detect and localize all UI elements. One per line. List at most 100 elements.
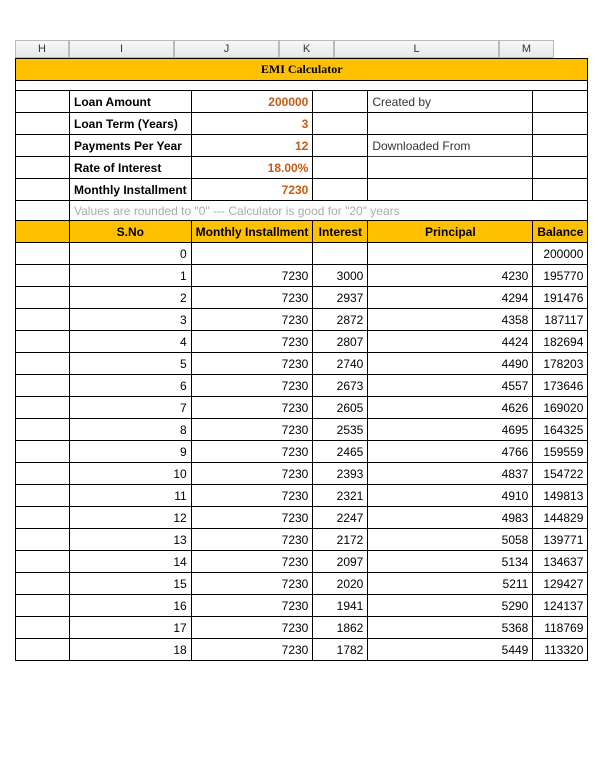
cell-balance[interactable]: 187117 <box>533 309 588 331</box>
cell-interest[interactable]: 2465 <box>313 441 368 463</box>
cell-interest[interactable]: 2172 <box>313 529 368 551</box>
cell-balance[interactable]: 164325 <box>533 419 588 441</box>
cell-principal[interactable] <box>368 243 533 265</box>
cell-balance[interactable]: 173646 <box>533 375 588 397</box>
cell-principal[interactable]: 5134 <box>368 551 533 573</box>
table-row[interactable]: 14723020975134134637 <box>16 551 588 573</box>
cell-lead[interactable] <box>16 551 70 573</box>
cell-interest[interactable]: 1782 <box>313 639 368 661</box>
table-row[interactable]: 2723029374294191476 <box>16 287 588 309</box>
cell-interest[interactable]: 2740 <box>313 353 368 375</box>
cell-sno[interactable]: 2 <box>70 287 192 309</box>
cell-sno[interactable]: 14 <box>70 551 192 573</box>
param-rate-row[interactable]: Rate of Interest 18.00% <box>16 157 588 179</box>
cell-lead[interactable] <box>16 265 70 287</box>
cell-monthly-installment[interactable]: 7230 <box>191 595 313 617</box>
cell-balance[interactable]: 124137 <box>533 595 588 617</box>
cell-balance[interactable]: 144829 <box>533 507 588 529</box>
cell-monthly-installment[interactable]: 7230 <box>191 463 313 485</box>
cell-interest[interactable]: 2605 <box>313 397 368 419</box>
cell-lead[interactable] <box>16 353 70 375</box>
cell-lead[interactable] <box>16 617 70 639</box>
cell-sno[interactable]: 7 <box>70 397 192 419</box>
cell-balance[interactable]: 134637 <box>533 551 588 573</box>
cell-principal[interactable]: 4695 <box>368 419 533 441</box>
cell-balance[interactable]: 139771 <box>533 529 588 551</box>
table-row[interactable]: 12723022474983144829 <box>16 507 588 529</box>
payments-per-year-value[interactable]: 12 <box>191 135 313 157</box>
cell-monthly-installment[interactable]: 7230 <box>191 309 313 331</box>
cell-monthly-installment[interactable]: 7230 <box>191 397 313 419</box>
cell-principal[interactable]: 4557 <box>368 375 533 397</box>
cell-lead[interactable] <box>16 331 70 353</box>
cell-principal[interactable]: 4294 <box>368 287 533 309</box>
cell-monthly-installment[interactable]: 7230 <box>191 287 313 309</box>
rate-label[interactable]: Rate of Interest <box>70 157 192 179</box>
cell-sno[interactable]: 0 <box>70 243 192 265</box>
cell-sno[interactable]: 9 <box>70 441 192 463</box>
cell-interest[interactable]: 3000 <box>313 265 368 287</box>
col-header-J[interactable]: J <box>174 40 279 58</box>
cell-principal[interactable]: 5368 <box>368 617 533 639</box>
cell-principal[interactable]: 4837 <box>368 463 533 485</box>
cell-interest[interactable]: 2097 <box>313 551 368 573</box>
cell-balance[interactable]: 118769 <box>533 617 588 639</box>
cell-interest[interactable]: 1862 <box>313 617 368 639</box>
cell-lead[interactable] <box>16 595 70 617</box>
cell-lead[interactable] <box>16 419 70 441</box>
cell-monthly-installment[interactable]: 7230 <box>191 419 313 441</box>
table-row[interactable]: 16723019415290124137 <box>16 595 588 617</box>
cell-balance[interactable]: 200000 <box>533 243 588 265</box>
cell-sno[interactable]: 3 <box>70 309 192 331</box>
table-row[interactable]: 0 200000 <box>16 243 588 265</box>
cell-principal[interactable]: 4766 <box>368 441 533 463</box>
cell-lead[interactable] <box>16 573 70 595</box>
table-header-row[interactable]: S.No Monthly Installment Interest Princi… <box>16 221 588 243</box>
header-sno[interactable]: S.No <box>70 221 192 243</box>
cell-monthly-installment[interactable]: 7230 <box>191 573 313 595</box>
cell-sno[interactable]: 16 <box>70 595 192 617</box>
cell-principal[interactable]: 4230 <box>368 265 533 287</box>
table-row[interactable]: 10723023934837154722 <box>16 463 588 485</box>
cell-monthly-installment[interactable]: 7230 <box>191 617 313 639</box>
cell-lead[interactable] <box>16 463 70 485</box>
cell-principal[interactable]: 5449 <box>368 639 533 661</box>
cell-monthly-installment[interactable]: 7230 <box>191 639 313 661</box>
col-header-L[interactable]: L <box>334 40 499 58</box>
header-monthly-installment[interactable]: Monthly Installment <box>191 221 313 243</box>
cell-monthly-installment[interactable]: 7230 <box>191 551 313 573</box>
table-row[interactable]: 4723028074424182694 <box>16 331 588 353</box>
cell-principal[interactable]: 5290 <box>368 595 533 617</box>
cell-sno[interactable]: 8 <box>70 419 192 441</box>
cell-principal[interactable]: 5211 <box>368 573 533 595</box>
cell-balance[interactable]: 113320 <box>533 639 588 661</box>
cell-interest[interactable]: 2393 <box>313 463 368 485</box>
title-row[interactable]: EMI Calculator <box>16 59 588 81</box>
cell-principal[interactable]: 4424 <box>368 331 533 353</box>
cell-balance[interactable]: 159559 <box>533 441 588 463</box>
table-row[interactable]: 6723026734557173646 <box>16 375 588 397</box>
cell-monthly-installment[interactable]: 7230 <box>191 485 313 507</box>
cell-sno[interactable]: 18 <box>70 639 192 661</box>
table-row[interactable]: 3723028724358187117 <box>16 309 588 331</box>
cell-monthly-installment[interactable]: 7230 <box>191 441 313 463</box>
cell-lead[interactable] <box>16 309 70 331</box>
cell-interest[interactable]: 2673 <box>313 375 368 397</box>
cell-interest[interactable]: 2937 <box>313 287 368 309</box>
cell-lead[interactable] <box>16 441 70 463</box>
cell-lead[interactable] <box>16 287 70 309</box>
cell-monthly-installment[interactable]: 7230 <box>191 529 313 551</box>
cell-lead[interactable] <box>16 529 70 551</box>
col-header-I[interactable]: I <box>69 40 174 58</box>
cell-balance[interactable]: 129427 <box>533 573 588 595</box>
table-row[interactable]: 1723030004230195770 <box>16 265 588 287</box>
table-row[interactable]: 18723017825449113320 <box>16 639 588 661</box>
loan-term-label[interactable]: Loan Term (Years) <box>70 113 192 135</box>
cell-balance[interactable]: 169020 <box>533 397 588 419</box>
cell-sno[interactable]: 11 <box>70 485 192 507</box>
cell-sno[interactable]: 1 <box>70 265 192 287</box>
cell-lead[interactable] <box>16 639 70 661</box>
col-header-H[interactable]: H <box>15 40 69 58</box>
table-row[interactable]: 7723026054626169020 <box>16 397 588 419</box>
cell-interest[interactable]: 2872 <box>313 309 368 331</box>
